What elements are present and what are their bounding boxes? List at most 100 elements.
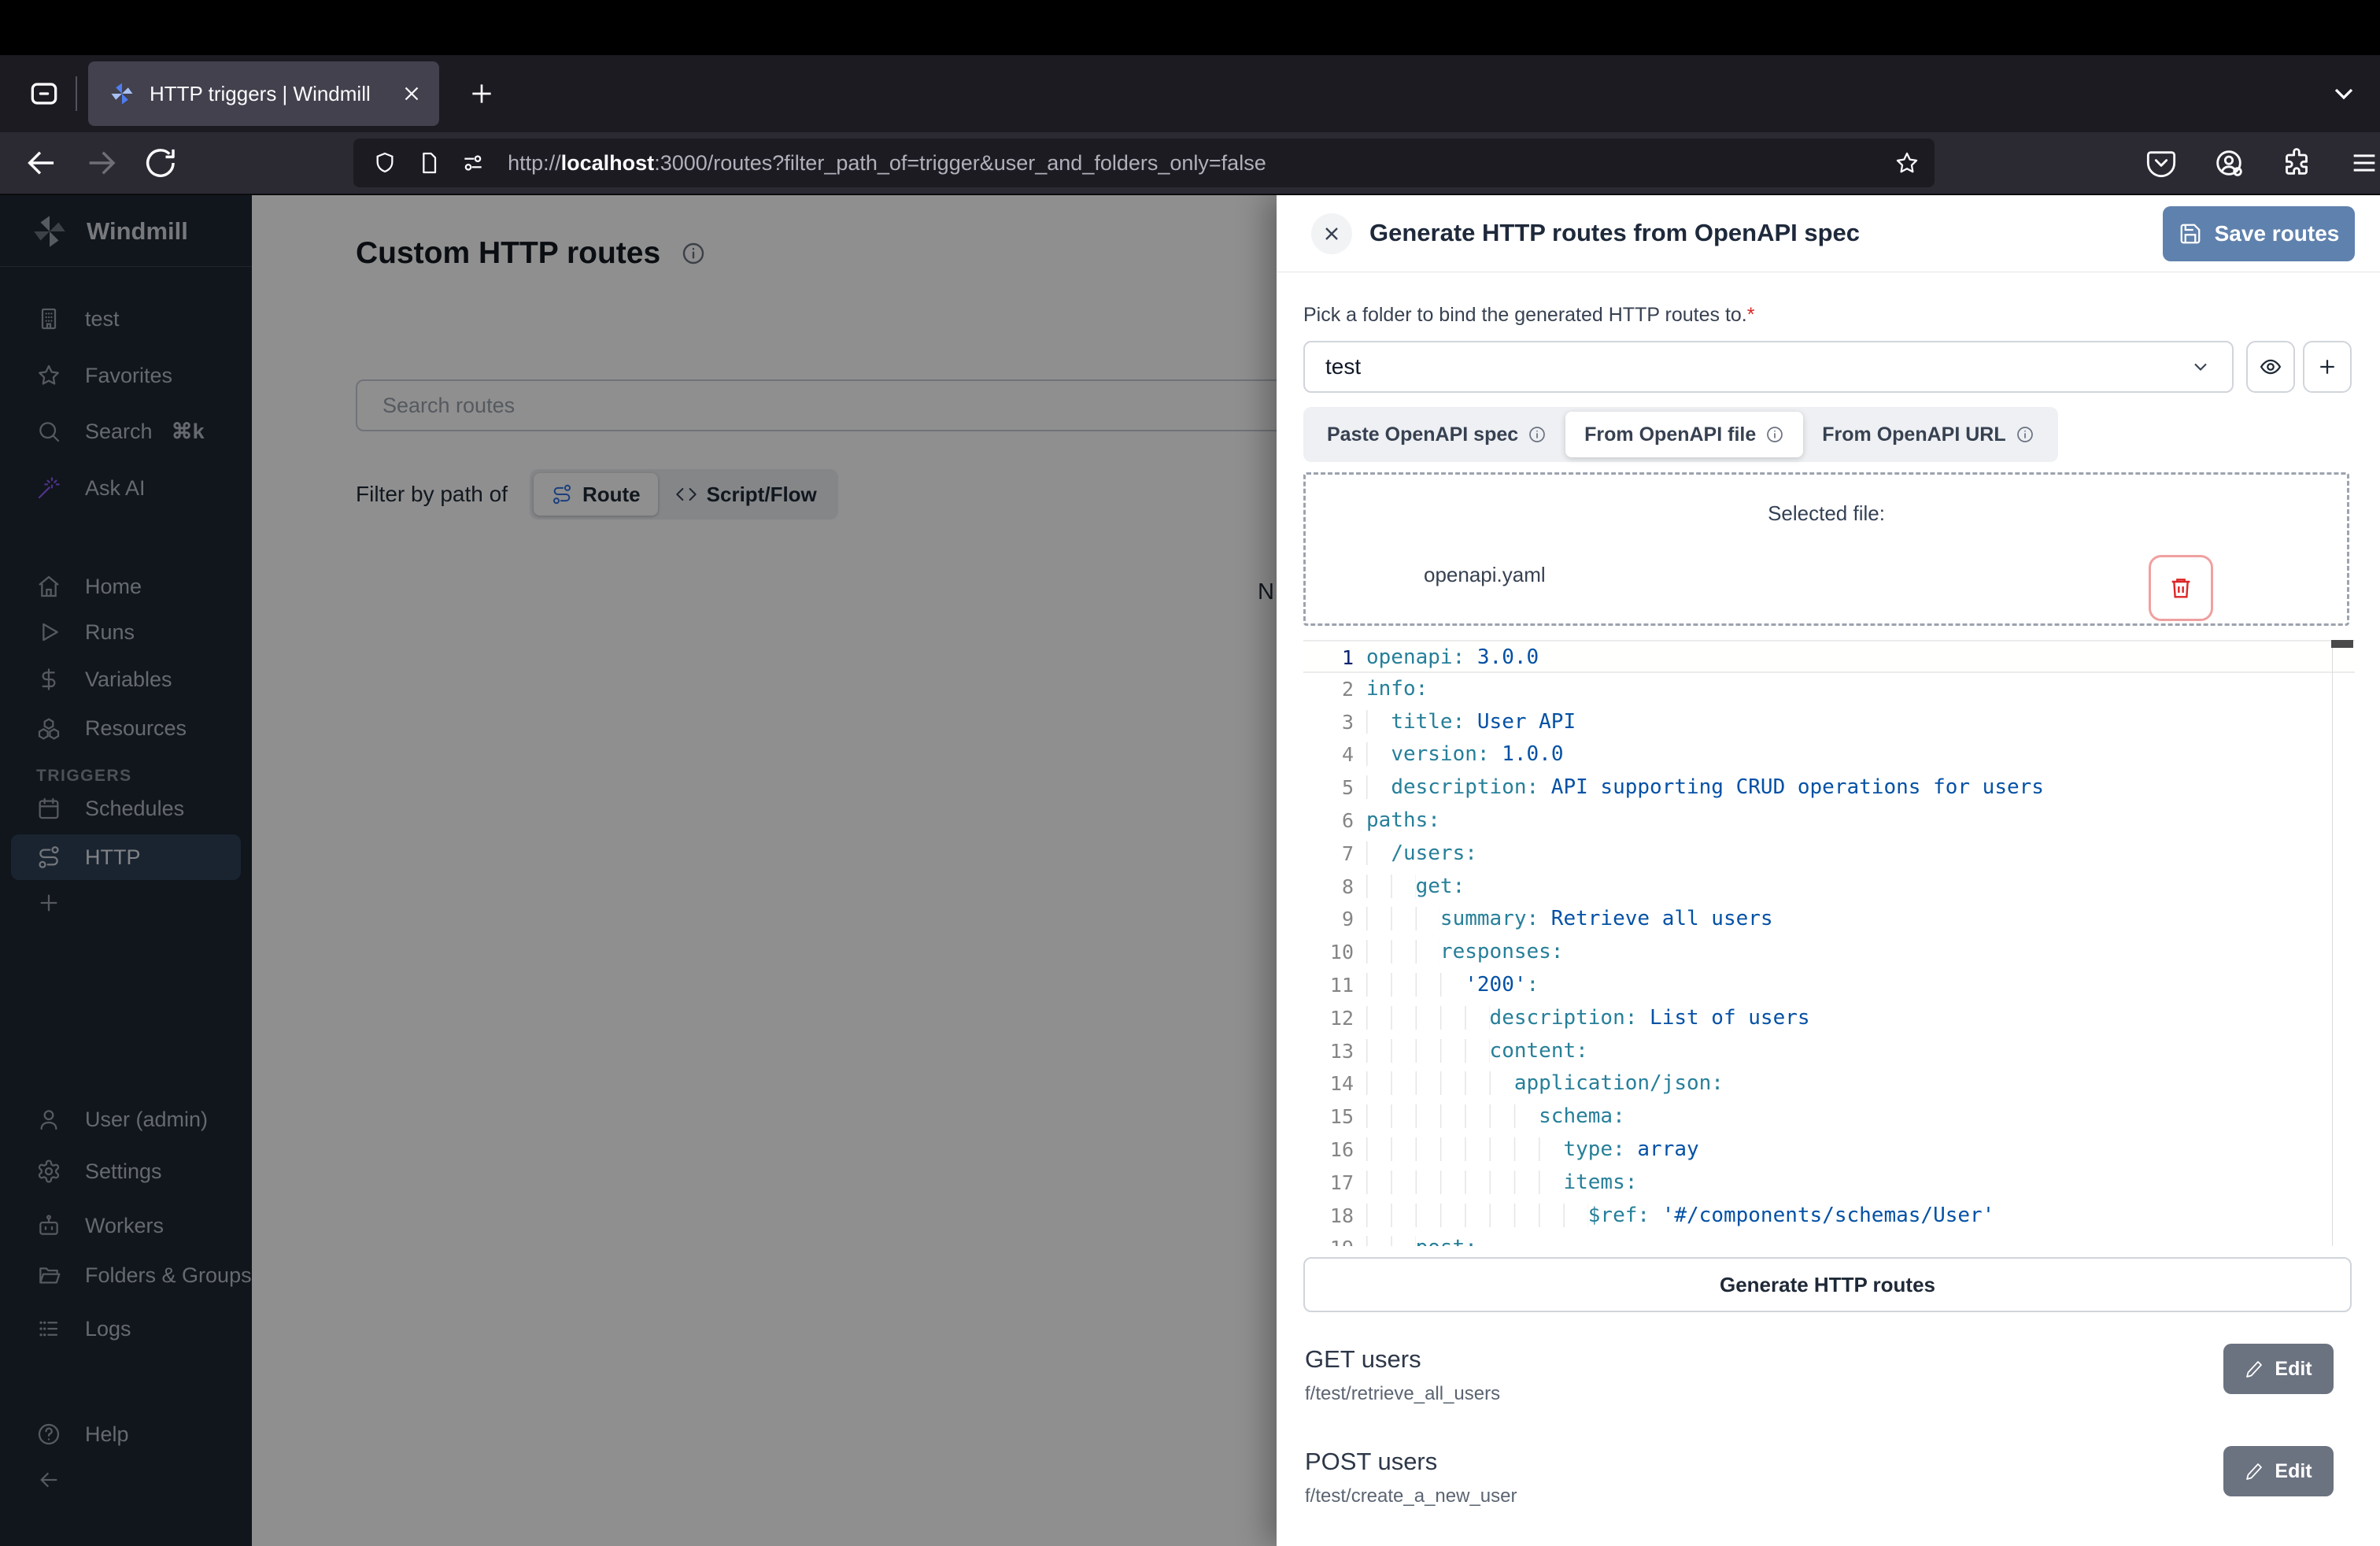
extensions-puzzle-icon[interactable] (2281, 147, 2312, 179)
code-line[interactable]: 4 version: 1.0.0 (1303, 738, 2355, 771)
tab-label: From OpenAPI file (1584, 423, 1756, 446)
view-folder-button[interactable] (2246, 341, 2295, 393)
line-text: type: array (1366, 1134, 1699, 1167)
line-number: 1 (1303, 642, 1354, 671)
line-text: openapi: 3.0.0 (1366, 642, 1539, 671)
code-line[interactable]: 14 application/json: (1303, 1067, 2355, 1100)
tab-label: Paste OpenAPI spec (1327, 423, 1518, 446)
tab-label: From OpenAPI URL (1822, 423, 2005, 446)
code-line[interactable]: 10 responses: (1303, 936, 2355, 969)
code-line[interactable]: 2info: (1303, 673, 2355, 706)
line-text: description: List of users (1366, 1002, 1810, 1035)
generate-routes-button[interactable]: Generate HTTP routes (1303, 1257, 2352, 1312)
code-line[interactable]: 16 type: array (1303, 1134, 2355, 1167)
url-host: localhost (561, 151, 655, 175)
code-line[interactable]: 6paths: (1303, 804, 2355, 838)
code-line[interactable]: 9 summary: Retrieve all users (1303, 903, 2355, 936)
code-line[interactable]: 1 openapi: 3.0.0 (1303, 640, 2355, 673)
line-number: 18 (1303, 1200, 1354, 1233)
tab-from-openapi-url[interactable]: From OpenAPI URL (1803, 412, 2053, 457)
info-icon (1528, 425, 1547, 444)
line-number: 19 (1303, 1232, 1354, 1246)
code-line[interactable]: 17 items: (1303, 1167, 2355, 1200)
drawer-title: Generate HTTP routes from OpenAPI spec (1369, 219, 1860, 247)
line-number: 17 (1303, 1167, 1354, 1200)
code-line[interactable]: 13 content: (1303, 1035, 2355, 1068)
openapi-code-editor[interactable]: 1 openapi: 3.0.02info:3 title: User API4 … (1303, 640, 2355, 1246)
line-number: 5 (1303, 771, 1354, 804)
window-titlebar (0, 0, 2380, 55)
line-text: title: User API (1366, 706, 1576, 739)
code-line[interactable]: 11 '200': (1303, 969, 2355, 1002)
chevron-down-icon (2190, 356, 2212, 378)
eye-icon (2259, 355, 2282, 379)
app-window: Windmill TRIGGERS testFavoritesSearch⌘kA… (0, 195, 2380, 1546)
folder-picker-label-text: Pick a folder to bind the generated HTTP… (1303, 304, 1747, 326)
shield-icon[interactable] (372, 150, 397, 176)
remove-file-button[interactable] (2149, 555, 2213, 621)
editor-scrollbar-thumb[interactable] (2331, 640, 2353, 648)
bookmark-star-icon[interactable] (1894, 150, 1920, 176)
code-line[interactable]: 12 description: List of users (1303, 1002, 2355, 1035)
new-tab-icon[interactable] (466, 78, 497, 109)
trash-icon (2168, 575, 2193, 601)
browser-tab-bar: HTTP triggers | Windmill (0, 55, 2380, 132)
permissions-icon[interactable] (460, 150, 486, 176)
add-folder-button[interactable] (2303, 341, 2352, 393)
url-text: http://localhost:3000/routes?filter_path… (508, 151, 1266, 176)
line-number: 2 (1303, 673, 1354, 706)
code-line[interactable]: 15 schema: (1303, 1100, 2355, 1134)
info-icon (1765, 425, 1784, 444)
reload-icon[interactable] (142, 145, 179, 181)
code-line[interactable]: 18 $ref: '#/components/schemas/User' (1303, 1200, 2355, 1233)
tab-title: HTTP triggers | Windmill (150, 82, 371, 106)
browser-tab[interactable]: HTTP triggers | Windmill (88, 61, 439, 126)
tab-close-icon[interactable] (400, 82, 423, 105)
line-text: version: 1.0.0 (1366, 738, 1563, 771)
code-line[interactable]: 7 /users: (1303, 838, 2355, 871)
edit-label: Edit (2275, 1460, 2312, 1483)
line-text: schema: (1366, 1100, 1625, 1134)
folder-select[interactable]: test (1303, 341, 2234, 393)
back-icon[interactable] (24, 145, 60, 181)
edit-route-button[interactable]: Edit (2223, 1446, 2334, 1496)
tab-from-openapi-file[interactable]: From OpenAPI file (1565, 412, 1803, 457)
save-routes-button[interactable]: Save routes (2163, 206, 2355, 261)
plus-icon (2315, 355, 2339, 379)
line-text: paths: (1366, 804, 1440, 838)
line-number: 7 (1303, 838, 1354, 871)
page-info-icon[interactable] (416, 150, 442, 176)
line-text: application/json: (1366, 1067, 1724, 1100)
forward-icon[interactable] (83, 145, 120, 181)
tab-paste-openapi-spec[interactable]: Paste OpenAPI spec (1308, 412, 1565, 457)
line-number: 11 (1303, 969, 1354, 1002)
save-routes-label: Save routes (2215, 221, 2340, 246)
pocket-icon[interactable] (2145, 147, 2177, 179)
url-scheme: http:// (508, 151, 561, 175)
tab-separator (76, 76, 77, 111)
account-icon[interactable] (2213, 147, 2245, 179)
line-number: 13 (1303, 1035, 1354, 1068)
route-path: f/test/create_a_new_user (1305, 1482, 2352, 1511)
pencil-icon (2245, 1462, 2264, 1481)
line-number: 15 (1303, 1100, 1354, 1134)
save-icon (2179, 222, 2202, 246)
close-button[interactable] (1311, 213, 1352, 254)
edit-label: Edit (2275, 1358, 2312, 1381)
code-line[interactable]: 19 post: (1303, 1232, 2355, 1246)
toolbar-right-icons (2145, 147, 2380, 179)
route-title: GET users (1305, 1341, 2352, 1378)
code-line[interactable]: 3 title: User API (1303, 706, 2355, 739)
openapi-drawer: Generate HTTP routes from OpenAPI spec S… (1277, 195, 2380, 1546)
code-line[interactable]: 8 get: (1303, 871, 2355, 904)
line-text: post: (1366, 1232, 1477, 1246)
route-path: f/test/retrieve_all_users (1305, 1380, 2352, 1408)
firefox-view-icon[interactable] (24, 73, 65, 114)
code-line[interactable]: 5 description: API supporting CRUD opera… (1303, 771, 2355, 804)
list-all-tabs-icon[interactable] (2328, 78, 2360, 109)
pencil-icon (2245, 1359, 2264, 1378)
edit-route-button[interactable]: Edit (2223, 1344, 2334, 1394)
address-bar[interactable]: http://localhost:3000/routes?filter_path… (353, 139, 1935, 187)
selected-file-dropzone[interactable]: Selected file: openapi.yaml (1303, 472, 2349, 626)
menu-hamburger-icon[interactable] (2349, 147, 2380, 179)
